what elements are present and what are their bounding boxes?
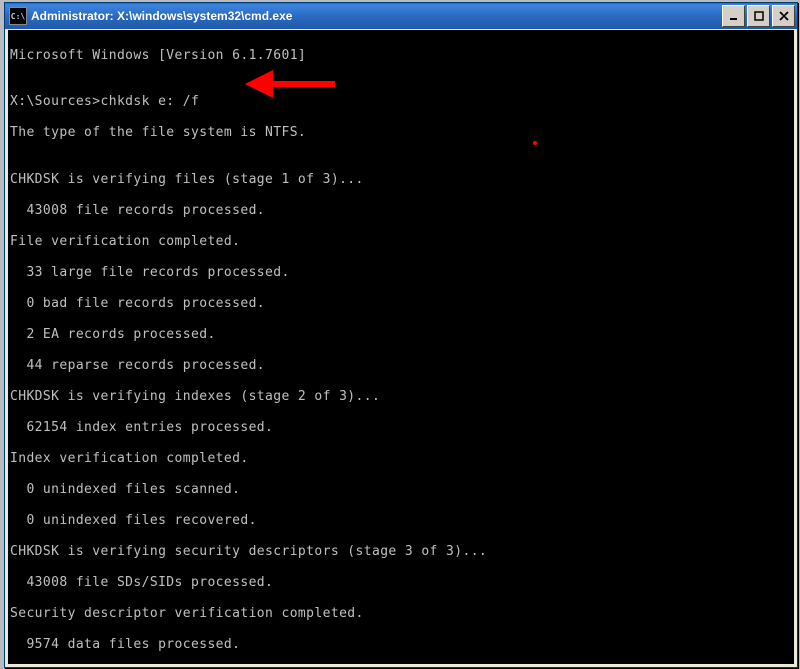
- maximize-button[interactable]: [747, 5, 770, 27]
- output-line: 0 unindexed files recovered.: [10, 513, 794, 529]
- cmd-window: C:\ Administrator: X:\windows\system32\c…: [4, 2, 798, 668]
- output-line: CHKDSK is verifying indexes (stage 2 of …: [10, 389, 794, 405]
- output-line: 33 large file records processed.: [10, 265, 794, 281]
- output-line: File verification completed.: [10, 234, 794, 250]
- terminal-output[interactable]: Microsoft Windows [Version 6.1.7601] X:\…: [8, 30, 794, 664]
- window-controls: [722, 5, 795, 27]
- output-line: 0 unindexed files scanned.: [10, 482, 794, 498]
- output-line: CHKDSK is verifying security descriptors…: [10, 544, 794, 560]
- output-line: The type of the file system is NTFS.: [10, 125, 794, 141]
- output-line: CHKDSK is verifying files (stage 1 of 3)…: [10, 172, 794, 188]
- output-line: Microsoft Windows [Version 6.1.7601]: [10, 48, 794, 64]
- output-line: 43008 file SDs/SIDs processed.: [10, 575, 794, 591]
- close-button[interactable]: [772, 5, 795, 27]
- output-line: 43008 file records processed.: [10, 203, 794, 219]
- output-line: 44 reparse records processed.: [10, 358, 794, 374]
- cmd-icon: C:\: [9, 7, 27, 25]
- output-line: 62154 index entries processed.: [10, 420, 794, 436]
- titlebar[interactable]: C:\ Administrator: X:\windows\system32\c…: [5, 3, 797, 29]
- minimize-button[interactable]: [722, 5, 745, 27]
- output-line: 2 EA records processed.: [10, 327, 794, 343]
- output-line: X:\Sources>chkdsk e: /f: [10, 94, 794, 110]
- output-line: 0 bad file records processed.: [10, 296, 794, 312]
- output-line: Security descriptor verification complet…: [10, 606, 794, 622]
- output-line: Index verification completed.: [10, 451, 794, 467]
- window-title: Administrator: X:\windows\system32\cmd.e…: [31, 9, 722, 23]
- output-line: 9574 data files processed.: [10, 637, 794, 653]
